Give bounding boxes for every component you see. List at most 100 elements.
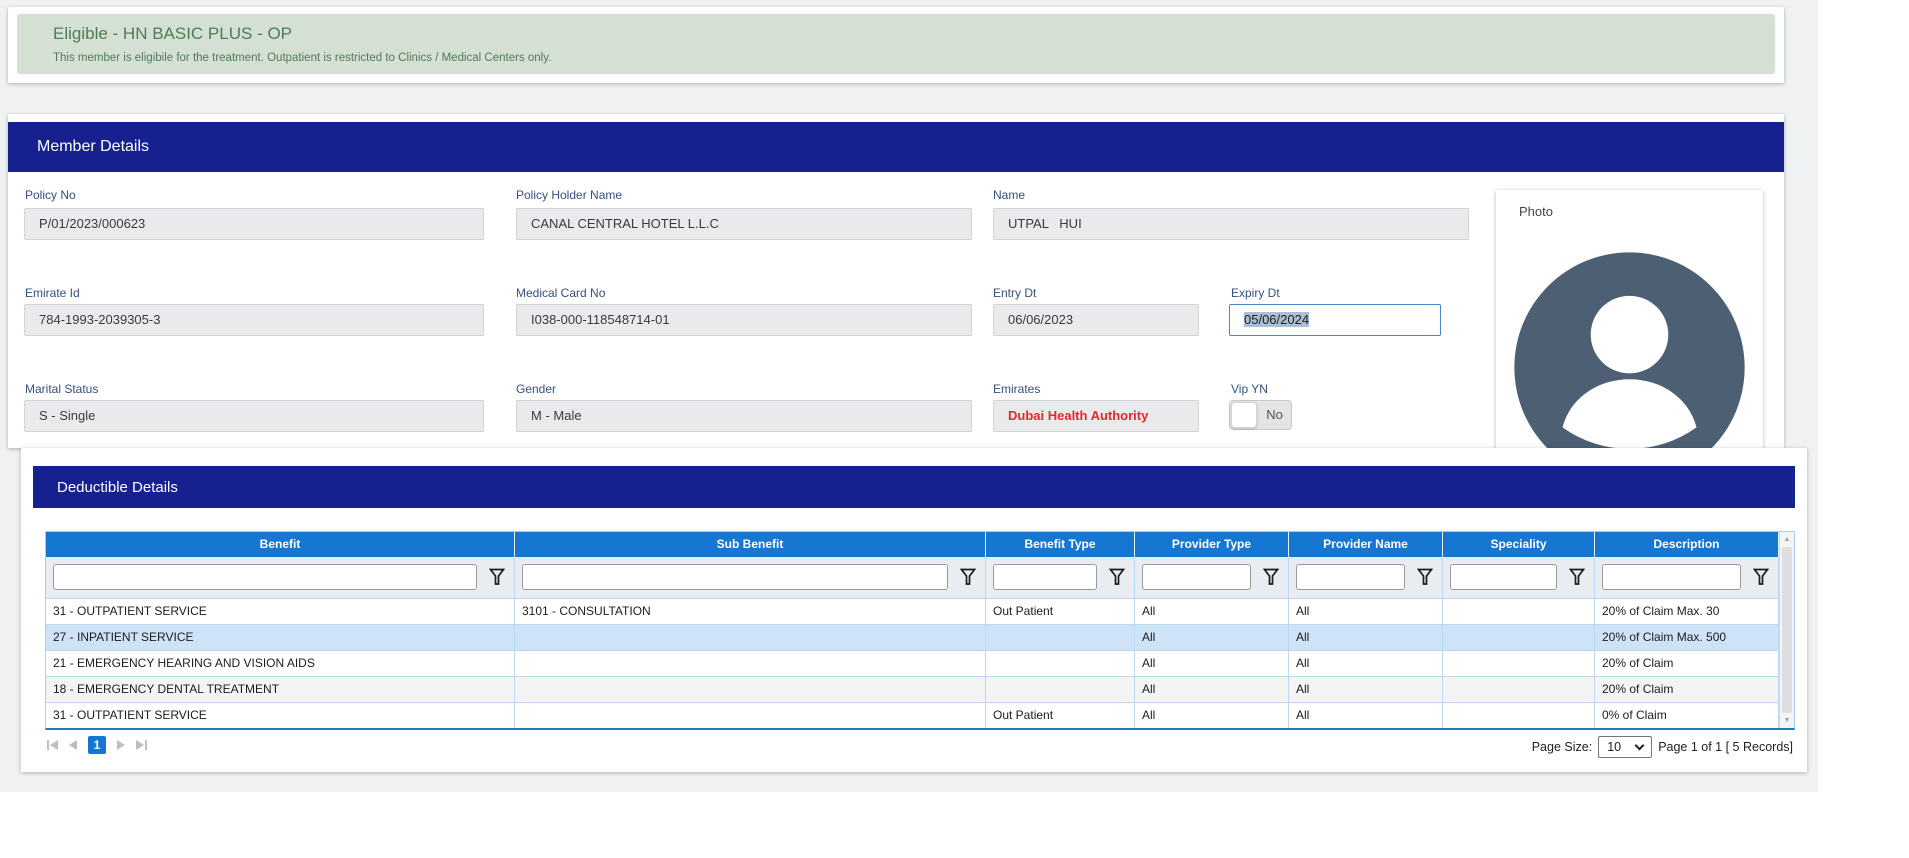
emirates-field: Dubai Health Authority	[993, 400, 1199, 432]
cell-benefit: 31 - OUTPATIENT SERVICE	[46, 599, 515, 624]
deductible-details-title: Deductible Details	[57, 478, 178, 496]
cell-speciality	[1443, 703, 1595, 728]
vip-yn-label: Vip YN	[1231, 382, 1268, 396]
policy-holder-field: CANAL CENTRAL HOTEL L.L.C	[516, 208, 972, 240]
name-field: UTPAL HUI	[993, 208, 1469, 240]
emirate-id-field: 784-1993-2039305-3	[24, 304, 484, 336]
cell-sub-benefit: 3101 - CONSULTATION	[515, 599, 986, 624]
filter-funnel-icon[interactable]	[1569, 568, 1585, 586]
filter-input-provider-type[interactable]	[1142, 564, 1251, 590]
table-row[interactable]: 31 - OUTPATIENT SERVICE Out Patient All …	[46, 702, 1779, 728]
filter-input-speciality[interactable]	[1450, 564, 1557, 590]
filter-funnel-icon[interactable]	[960, 568, 976, 586]
member-details-header: Member Details	[8, 122, 1784, 172]
marital-status-field: S - Single	[24, 400, 484, 432]
first-page-icon[interactable]	[47, 740, 58, 750]
expiry-dt-label: Expiry Dt	[1231, 286, 1280, 300]
page-number-button[interactable]: 1	[88, 736, 106, 754]
photo-panel: Photo	[1496, 190, 1763, 458]
grid-filter-row	[46, 557, 1779, 598]
cell-description: 20% of Claim	[1595, 677, 1779, 702]
cell-benefit-type	[986, 677, 1135, 702]
column-header-description[interactable]: Description	[1595, 532, 1779, 557]
filter-input-sub-benefit[interactable]	[522, 564, 948, 590]
scroll-down-icon[interactable]: ▼	[1780, 717, 1794, 724]
cell-benefit: 27 - INPATIENT SERVICE	[46, 625, 515, 650]
page-size-value: 10	[1607, 740, 1622, 754]
cell-speciality	[1443, 599, 1595, 624]
filter-input-benefit[interactable]	[53, 564, 477, 590]
emirate-id-label: Emirate Id	[25, 286, 80, 300]
filter-input-provider-name[interactable]	[1296, 564, 1405, 590]
filter-input-description[interactable]	[1602, 564, 1741, 590]
table-row[interactable]: 21 - EMERGENCY HEARING AND VISION AIDS A…	[46, 650, 1779, 676]
filter-funnel-icon[interactable]	[489, 568, 505, 586]
cell-description: 20% of Claim Max. 30	[1595, 599, 1779, 624]
cell-provider-type: All	[1135, 703, 1289, 728]
cell-benefit-type: Out Patient	[986, 703, 1135, 728]
cell-provider-type: All	[1135, 599, 1289, 624]
pagination-controls: 1	[47, 736, 147, 754]
column-header-sub-benefit[interactable]: Sub Benefit	[515, 532, 986, 557]
cell-provider-type: All	[1135, 677, 1289, 702]
gender-field: M - Male	[516, 400, 972, 432]
filter-funnel-icon[interactable]	[1417, 568, 1433, 586]
filter-funnel-icon[interactable]	[1109, 568, 1125, 586]
column-header-provider-type[interactable]: Provider Type	[1135, 532, 1289, 557]
cell-benefit: 21 - EMERGENCY HEARING AND VISION AIDS	[46, 651, 515, 676]
medical-card-label: Medical Card No	[516, 286, 606, 300]
vip-yn-toggle[interactable]: No	[1229, 400, 1292, 430]
policy-holder-label: Policy Holder Name	[516, 188, 623, 202]
expiry-dt-selected-text: 05/06/2024	[1244, 312, 1310, 327]
eligibility-banner: Eligible - HN BASIC PLUS - OP This membe…	[17, 14, 1775, 74]
table-row[interactable]: 31 - OUTPATIENT SERVICE 3101 - CONSULTAT…	[46, 598, 1779, 624]
cell-sub-benefit	[515, 677, 986, 702]
table-row-selected[interactable]: 27 - INPATIENT SERVICE All All 20% of Cl…	[46, 624, 1779, 650]
column-header-benefit[interactable]: Benefit	[46, 532, 515, 557]
page: Eligible - HN BASIC PLUS - OP This membe…	[0, 0, 1909, 858]
chevron-down-icon	[1634, 740, 1645, 751]
prev-page-icon[interactable]	[69, 740, 77, 750]
cell-provider-name: All	[1289, 703, 1443, 728]
cell-sub-benefit	[515, 625, 986, 650]
cell-provider-name: All	[1289, 651, 1443, 676]
eligibility-title: Eligible - HN BASIC PLUS - OP	[53, 24, 293, 43]
cell-description: 0% of Claim	[1595, 703, 1779, 728]
column-header-benefit-type[interactable]: Benefit Type	[986, 532, 1135, 557]
scrollbar-thumb[interactable]	[1782, 547, 1792, 713]
cell-provider-type: All	[1135, 625, 1289, 650]
scroll-up-icon[interactable]: ▲	[1780, 536, 1794, 543]
last-page-icon[interactable]	[136, 740, 147, 750]
cell-provider-name: All	[1289, 599, 1443, 624]
cell-benefit-type	[986, 625, 1135, 650]
filter-funnel-icon[interactable]	[1263, 568, 1279, 586]
emirates-label: Emirates	[993, 382, 1041, 396]
cell-speciality	[1443, 651, 1595, 676]
column-header-speciality[interactable]: Speciality	[1443, 532, 1595, 557]
cell-benefit-type: Out Patient	[986, 599, 1135, 624]
cell-provider-name: All	[1289, 677, 1443, 702]
entry-dt-label: Entry Dt	[993, 286, 1037, 300]
cell-provider-name: All	[1289, 625, 1443, 650]
next-page-icon[interactable]	[117, 740, 125, 750]
pagination-summary: Page Size: 10 Page 1 of 1 [ 5 Records]	[1532, 736, 1793, 758]
cell-speciality	[1443, 677, 1595, 702]
cell-benefit: 18 - EMERGENCY DENTAL TREATMENT	[46, 677, 515, 702]
cell-benefit-type	[986, 651, 1135, 676]
entry-dt-field: 06/06/2023	[993, 304, 1199, 336]
name-label: Name	[993, 188, 1026, 202]
expiry-dt-input[interactable]: 05/06/2024	[1229, 304, 1441, 336]
deductible-details-header: Deductible Details	[33, 466, 1795, 508]
page-size-select[interactable]: 10	[1598, 736, 1653, 758]
policy-no-field: P/01/2023/000623	[24, 208, 484, 240]
column-header-provider-name[interactable]: Provider Name	[1289, 532, 1443, 557]
marital-status-label: Marital Status	[25, 382, 99, 396]
filter-input-benefit-type[interactable]	[993, 564, 1097, 590]
filter-funnel-icon[interactable]	[1753, 568, 1769, 586]
vip-toggle-knob	[1231, 402, 1257, 428]
pagination-bar: 1 Page Size: 10 Page 1 of 1 [ 5 Records]	[45, 736, 1795, 760]
deductible-details-section: Deductible Details Benefit Sub Benefit B…	[21, 448, 1807, 772]
table-row[interactable]: 18 - EMERGENCY DENTAL TREATMENT All All …	[46, 676, 1779, 702]
vertical-scrollbar[interactable]: ▲ ▼	[1779, 532, 1794, 728]
vip-toggle-value: No	[1266, 407, 1283, 422]
